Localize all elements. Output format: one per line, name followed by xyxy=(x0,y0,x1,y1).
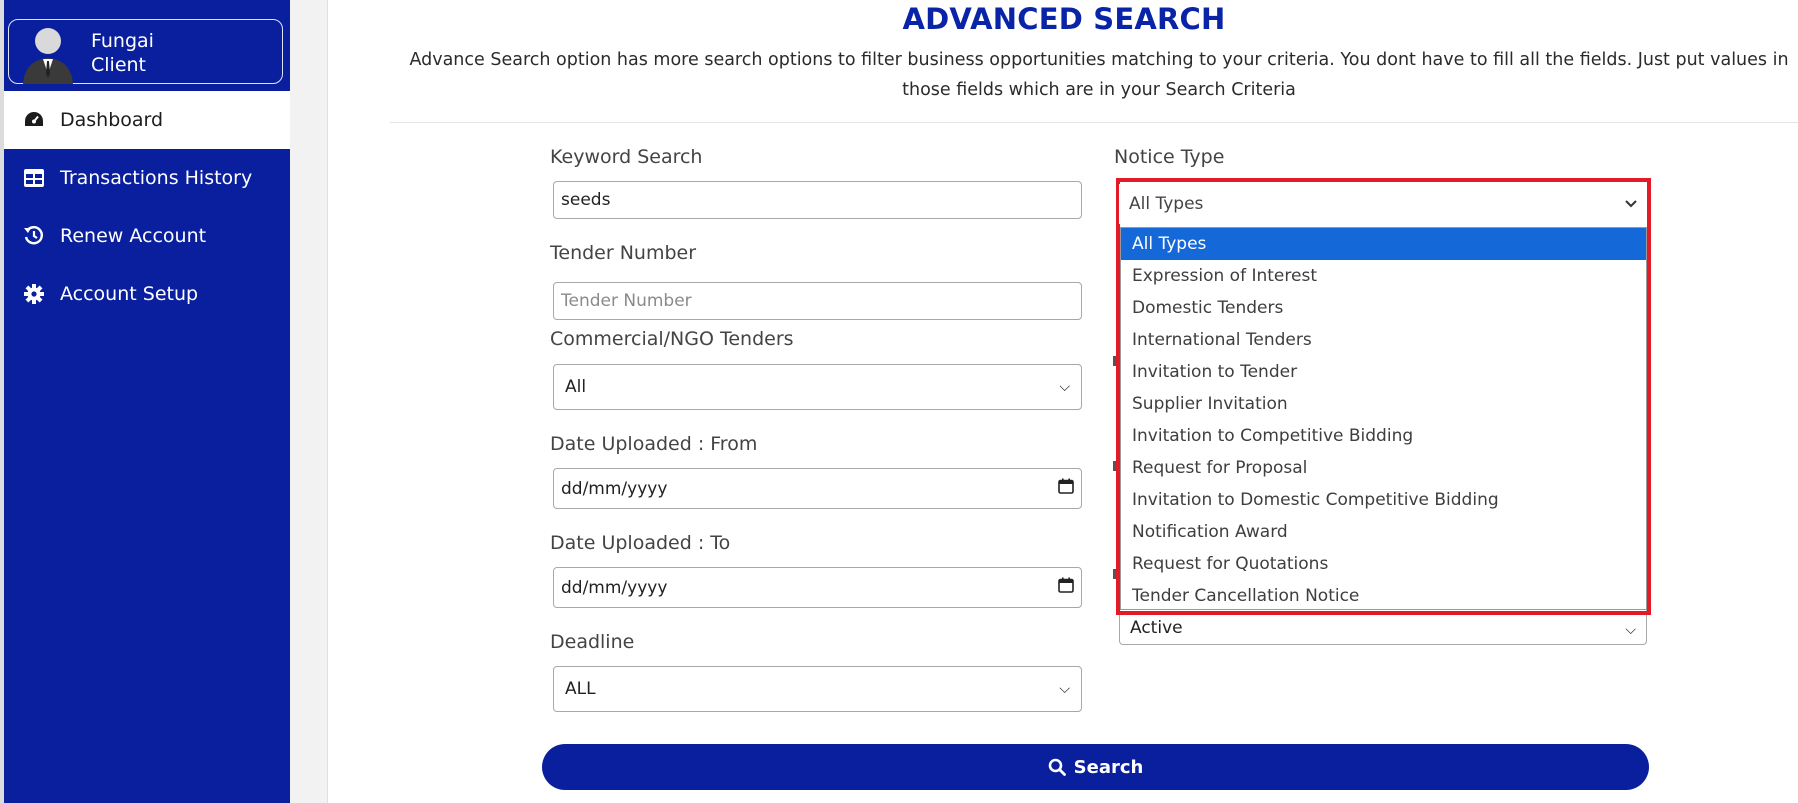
deadline-label: Deadline xyxy=(550,631,635,653)
date-from-input[interactable]: dd/mm/yyyy xyxy=(553,468,1082,509)
keyword-search-input[interactable]: seeds xyxy=(553,181,1082,219)
dropdown-option[interactable]: Notification Award xyxy=(1121,516,1646,548)
gear-icon xyxy=(23,283,45,305)
sidebar-item-label: Dashboard xyxy=(60,109,164,131)
dropdown-option[interactable]: Domestic Tenders xyxy=(1121,292,1646,324)
search-button[interactable]: Search xyxy=(542,744,1649,790)
profile-first-name: Fungai xyxy=(91,30,154,52)
page-title: ADVANCED SEARCH xyxy=(902,2,1226,36)
chevron-down-icon xyxy=(1625,200,1637,208)
date-to-label: Date Uploaded : To xyxy=(550,532,731,554)
dropdown-option[interactable]: Invitation to Tender xyxy=(1121,356,1646,388)
date-from-value: dd/mm/yyyy xyxy=(561,478,668,499)
search-button-label: Search xyxy=(1073,756,1144,778)
user-avatar-icon xyxy=(23,28,73,84)
history-icon xyxy=(23,225,45,247)
commercial-ngo-select[interactable]: All ⌵ xyxy=(553,364,1082,410)
dropdown-option[interactable]: Invitation to Competitive Bidding xyxy=(1121,420,1646,452)
calendar-icon[interactable] xyxy=(1058,478,1074,499)
profile-role: Client xyxy=(91,54,147,76)
page-description: Advance Search option has more search op… xyxy=(409,50,1789,100)
deadline-select[interactable]: ALL ⌵ xyxy=(553,666,1082,712)
dropdown-option[interactable]: All Types xyxy=(1121,228,1646,260)
date-from-label: Date Uploaded : From xyxy=(550,433,758,455)
deadline-value: ALL xyxy=(565,679,596,699)
tender-number-label: Tender Number xyxy=(550,242,697,264)
notice-type-dropdown[interactable]: All Types Expression of Interest Domesti… xyxy=(1120,227,1647,610)
table-icon xyxy=(23,167,45,189)
dropdown-option[interactable]: Request for Quotations xyxy=(1121,548,1646,580)
dropdown-option[interactable]: Invitation to Domestic Competitive Biddi… xyxy=(1121,484,1646,516)
date-to-input[interactable]: dd/mm/yyyy xyxy=(553,567,1082,608)
sidebar-item-label: Account Setup xyxy=(60,283,199,305)
commercial-ngo-label: Commercial/NGO Tenders xyxy=(550,328,794,350)
dropdown-option[interactable]: International Tenders xyxy=(1121,324,1646,356)
divider xyxy=(390,122,1798,123)
notice-type-value: All Types xyxy=(1129,194,1204,214)
dropdown-option[interactable]: Tender Cancellation Notice xyxy=(1121,580,1646,612)
dropdown-option[interactable]: Expression of Interest xyxy=(1121,260,1646,292)
commercial-ngo-value: All xyxy=(565,377,587,397)
dropdown-option[interactable]: Request for Proposal xyxy=(1121,452,1646,484)
notice-type-label: Notice Type xyxy=(1114,146,1225,168)
chevron-down-icon: ⌵ xyxy=(1059,379,1070,395)
dropdown-option[interactable]: Supplier Invitation xyxy=(1121,388,1646,420)
chevron-down-icon: ⌵ xyxy=(1059,681,1070,697)
sidebar-item-transactions-history[interactable]: Transactions History xyxy=(4,149,290,207)
calendar-icon[interactable] xyxy=(1058,577,1074,598)
sidebar: Fungai Client Dashboard Transactions His… xyxy=(0,0,290,803)
search-icon xyxy=(1048,758,1066,776)
keyword-search-label: Keyword Search xyxy=(550,146,703,168)
sidebar-item-dashboard[interactable]: Dashboard xyxy=(4,91,290,149)
profile-name: Fungai Client xyxy=(91,29,154,77)
status-value: Active xyxy=(1130,618,1183,638)
date-to-value: dd/mm/yyyy xyxy=(561,577,668,598)
sidebar-edge xyxy=(0,0,4,803)
notice-type-select[interactable]: All Types xyxy=(1119,184,1647,224)
chevron-down-icon: ⌵ xyxy=(1625,622,1636,638)
tender-number-input[interactable]: Tender Number xyxy=(553,282,1082,320)
dashboard-gauge-icon xyxy=(23,109,45,131)
profile-card[interactable]: Fungai Client xyxy=(8,19,283,84)
sidebar-item-label: Renew Account xyxy=(60,225,207,247)
page-gutter xyxy=(290,0,328,803)
sidebar-item-account-setup[interactable]: Account Setup xyxy=(4,265,290,323)
sidebar-item-renew-account[interactable]: Renew Account xyxy=(4,207,290,265)
sidebar-item-label: Transactions History xyxy=(60,167,253,189)
